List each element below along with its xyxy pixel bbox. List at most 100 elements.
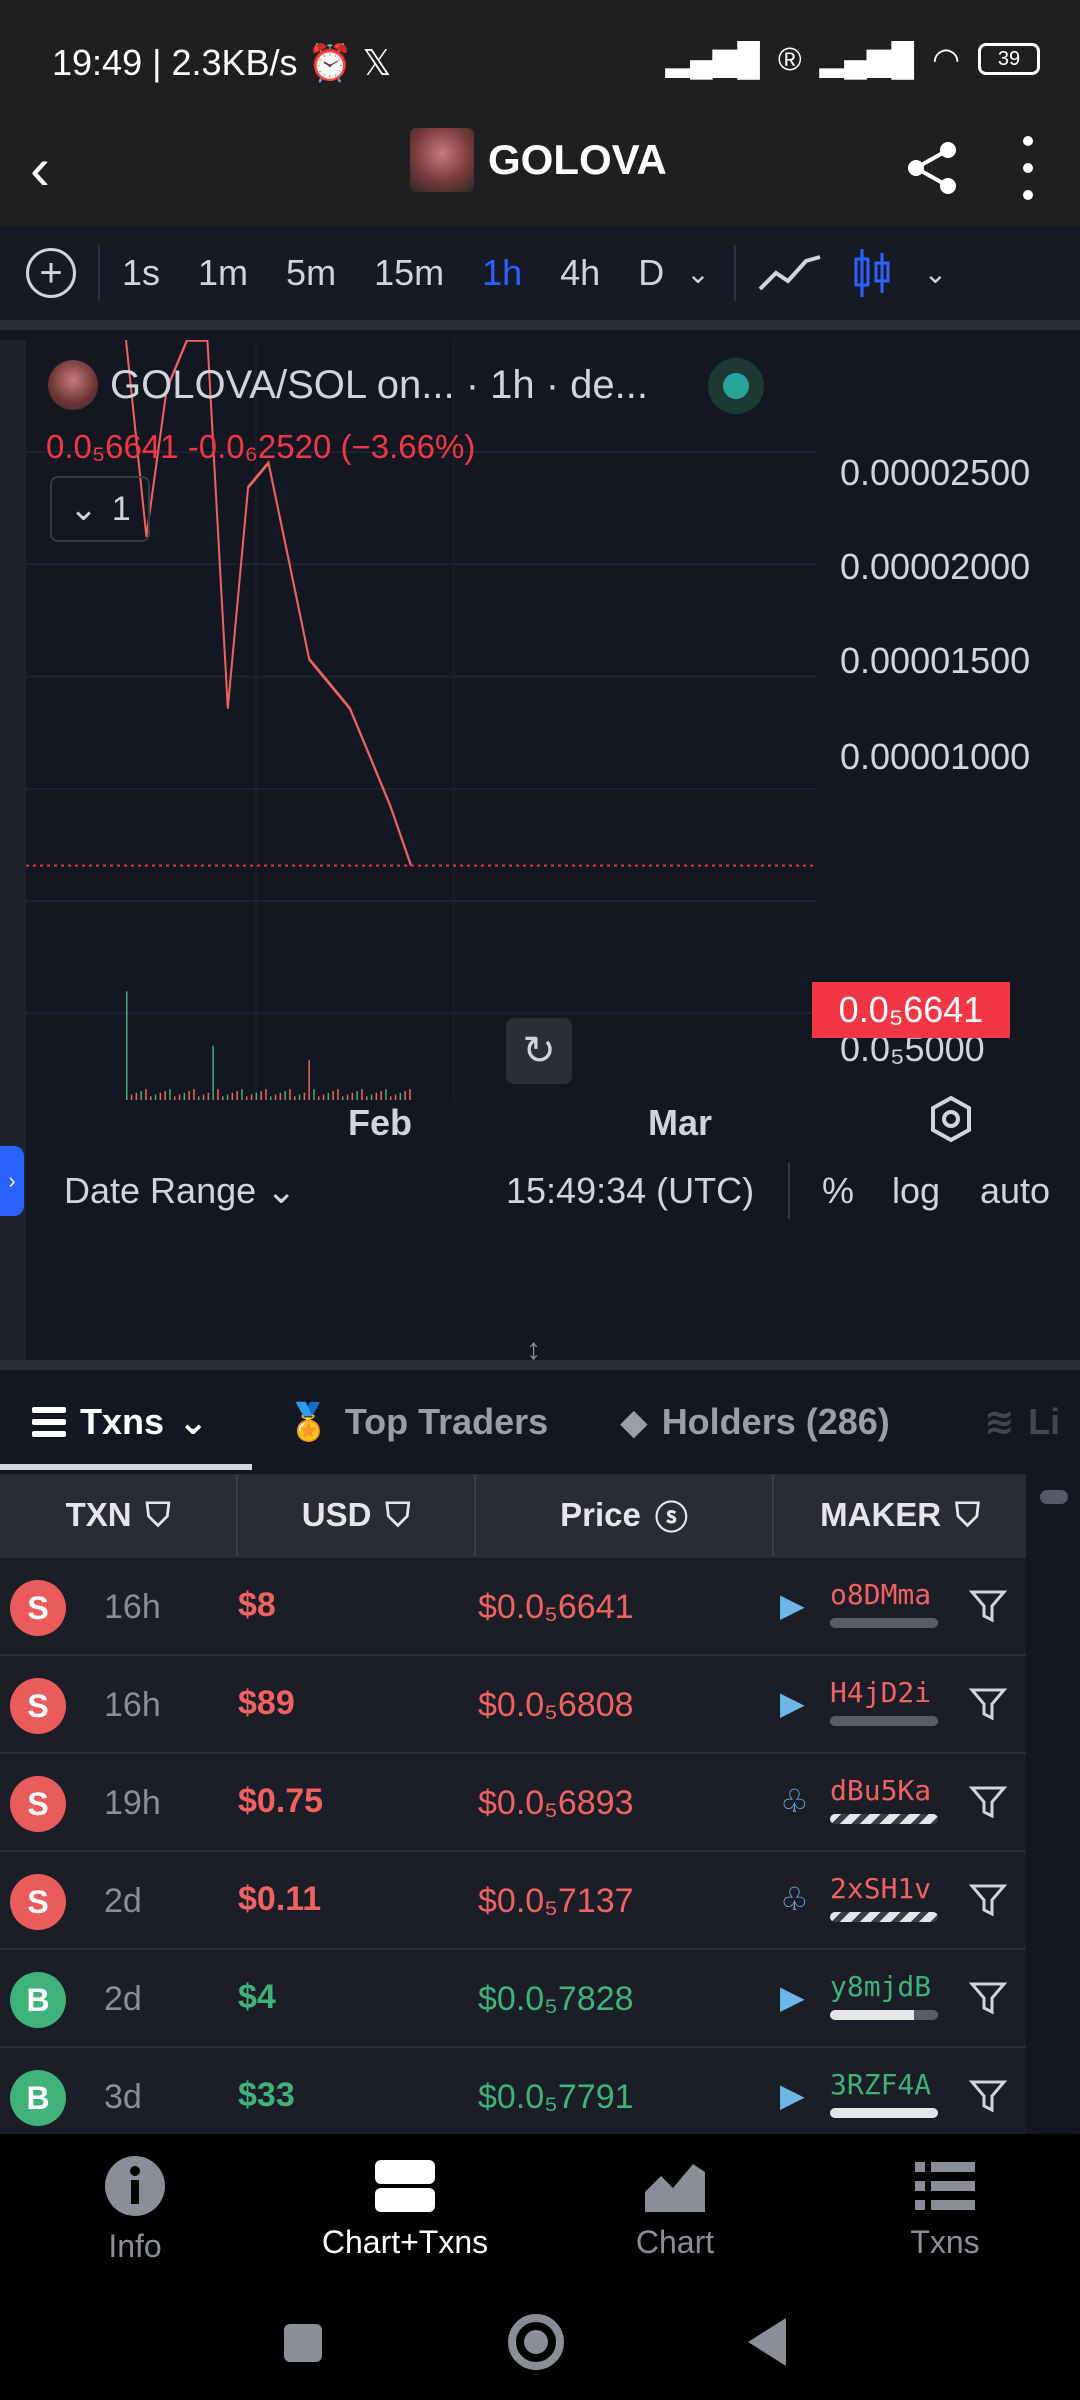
list-icon (32, 1407, 66, 1437)
share-icon[interactable] (902, 138, 962, 198)
maker-address[interactable]: 2xSH1v (830, 1872, 931, 1905)
recents-button[interactable] (284, 2324, 322, 2362)
more-options-icon[interactable] (1016, 136, 1040, 200)
filter-icon[interactable] (968, 2076, 1008, 2116)
table-row[interactable]: B 2d $4 $0.0₅7828 ▶ y8mjdB (0, 1948, 1026, 2046)
y-tick-label: 0.00001500 (840, 640, 1031, 681)
maker-address[interactable]: o8DMma (830, 1578, 931, 1611)
filter-icon[interactable] (968, 1782, 1008, 1822)
filter-icon[interactable] (968, 1978, 1008, 2018)
chart-panel[interactable]: GOLOVA/SOL on... · 1h · de... 0.0₅6641 -… (26, 340, 1080, 1365)
txn-usd: $4 (238, 1978, 276, 2016)
txn-age: 19h (104, 1784, 161, 1822)
candle-chart-icon[interactable] (852, 247, 892, 299)
tab-txns[interactable]: Txns ⌄ (32, 1401, 208, 1443)
filter-icon[interactable]: ⛉ (955, 1496, 980, 1535)
tf-4h[interactable]: 4h (560, 252, 600, 294)
maker-address[interactable]: H4jD2i (830, 1676, 931, 1709)
timeframe-dropdown-icon[interactable]: ⌄ (686, 257, 709, 290)
signal-icon-2: ▂▄▆█ (819, 41, 915, 77)
ohlc-readout: 0.0₅6641 -0.0₆2520 (−3.66%) (46, 428, 476, 465)
tf-1m[interactable]: 1m (198, 252, 248, 294)
filter-icon[interactable] (968, 1586, 1008, 1626)
table-row[interactable]: S 16h $89 $0.0₅6808 ▶ H4jD2i (0, 1654, 1026, 1752)
split-view-icon (375, 2159, 435, 2212)
nav-txns[interactable]: Txns (810, 2134, 1080, 2284)
resize-handle-icon[interactable]: ↕ (526, 1335, 541, 1365)
txn-price: $0.0₅6893 (478, 1784, 634, 1822)
tab-top-traders[interactable]: 🏅 Top Traders (286, 1401, 548, 1443)
auto-toggle[interactable]: auto (980, 1170, 1050, 1212)
txn-table: TXN ⛉ USD ⛉ Price ⓢ MAKER ⛉ S 16h $8 $0.0₅66… (0, 1474, 1026, 2134)
tf-5m[interactable]: 5m (286, 252, 336, 294)
maker-address[interactable]: 3RZF4A (830, 2068, 931, 2101)
volume-bar (202, 1094, 205, 1100)
date-range-button[interactable]: Date Range ⌄ (64, 1170, 296, 1212)
chevron-down-icon: ⌄ (69, 490, 98, 528)
side-panel-handle[interactable]: › (0, 1146, 24, 1216)
tf-15m[interactable]: 15m (374, 252, 444, 294)
maker-address[interactable]: dBu5Ka (830, 1774, 931, 1807)
txn-price: $0.0₅6641 (478, 1588, 634, 1626)
volume-bar (178, 1094, 181, 1100)
col-usd[interactable]: USD ⛉ (238, 1474, 476, 1556)
collapse-legend-button[interactable]: ⌄ 1 (50, 476, 150, 542)
tf-1h[interactable]: 1h (482, 252, 522, 294)
filter-icon[interactable]: ⛉ (146, 1496, 171, 1535)
col-txn[interactable]: TXN ⛉ (0, 1474, 238, 1556)
filter-icon[interactable] (968, 1684, 1008, 1724)
col-price[interactable]: Price ⓢ (476, 1474, 774, 1556)
volume-bar (289, 1089, 291, 1100)
utc-clock[interactable]: 15:49:34 (UTC) (506, 1170, 754, 1212)
tab-holders[interactable]: ◆ Holders (286) (620, 1401, 890, 1443)
diamond-icon: ◆ (620, 1401, 648, 1442)
filter-icon[interactable]: ⛉ (385, 1496, 410, 1535)
volume-bar (236, 1090, 238, 1100)
info-icon (105, 2155, 165, 2216)
table-row[interactable]: B 3d $33 $0.0₅7791 ▶ 3RZF4A (0, 2046, 1026, 2144)
volume-bar (409, 1089, 411, 1100)
chart-type-dropdown-icon[interactable]: ⌄ (924, 257, 947, 290)
nav-info[interactable]: Info (0, 2134, 270, 2284)
back-button[interactable] (748, 2318, 786, 2366)
txn-age: 16h (104, 1686, 161, 1724)
current-price-tag: 0.0₅6641 (812, 982, 1010, 1038)
x-tick-label: Mar (648, 1102, 713, 1143)
active-tab-indicator (0, 1464, 252, 1470)
scrollbar[interactable] (1040, 1490, 1068, 1504)
add-indicator-icon[interactable]: + (26, 248, 76, 298)
tf-d[interactable]: D (638, 252, 664, 294)
volume-bar (246, 1096, 248, 1100)
table-row[interactable]: S 19h $0.75 $0.0₅6893 ♧ dBu5Ka (0, 1752, 1026, 1850)
volume-bar (260, 1090, 262, 1100)
list-icon (915, 2161, 975, 2210)
settings-icon[interactable] (926, 1094, 976, 1144)
y-tick-label: 0.00002000 (840, 546, 1031, 587)
volume-bar (217, 1089, 219, 1100)
line-chart-icon[interactable] (758, 253, 822, 293)
volume-bar (361, 1089, 363, 1100)
tab-liquidity[interactable]: ≋ Li (984, 1401, 1060, 1443)
percent-toggle[interactable]: % (822, 1170, 854, 1212)
back-icon[interactable]: ‹ (30, 134, 100, 204)
filter-icon[interactable] (968, 1880, 1008, 1920)
token-title: GOLOVA (410, 128, 667, 192)
status-icons: ▂▄▆█ ® ▂▄▆█ ◠ 39 (665, 40, 1040, 78)
reset-chart-icon[interactable]: ↻ (506, 1018, 572, 1084)
maker-address[interactable]: y8mjdB (830, 1970, 931, 2003)
volume-bar (346, 1094, 349, 1100)
nav-chart[interactable]: Chart (540, 2134, 810, 2284)
dollar-icon[interactable]: ⓢ (655, 1491, 688, 1539)
table-row[interactable]: S 16h $8 $0.0₅6641 ▶ o8DMma (0, 1556, 1026, 1654)
log-toggle[interactable]: log (892, 1170, 940, 1212)
volume-bar (255, 1092, 258, 1100)
volume-bar (390, 1096, 392, 1100)
home-button[interactable] (508, 2314, 564, 2370)
side-badge: S (10, 1678, 66, 1734)
col-maker[interactable]: MAKER ⛉ (774, 1474, 1026, 1556)
nav-chart-txns[interactable]: Chart+Txns (270, 2134, 540, 2284)
tf-1s[interactable]: 1s (122, 252, 160, 294)
live-status-icon[interactable] (708, 358, 764, 414)
volume-bar (164, 1090, 166, 1100)
table-row[interactable]: S 2d $0.11 $0.0₅7137 ♧ 2xSH1v (0, 1850, 1026, 1948)
